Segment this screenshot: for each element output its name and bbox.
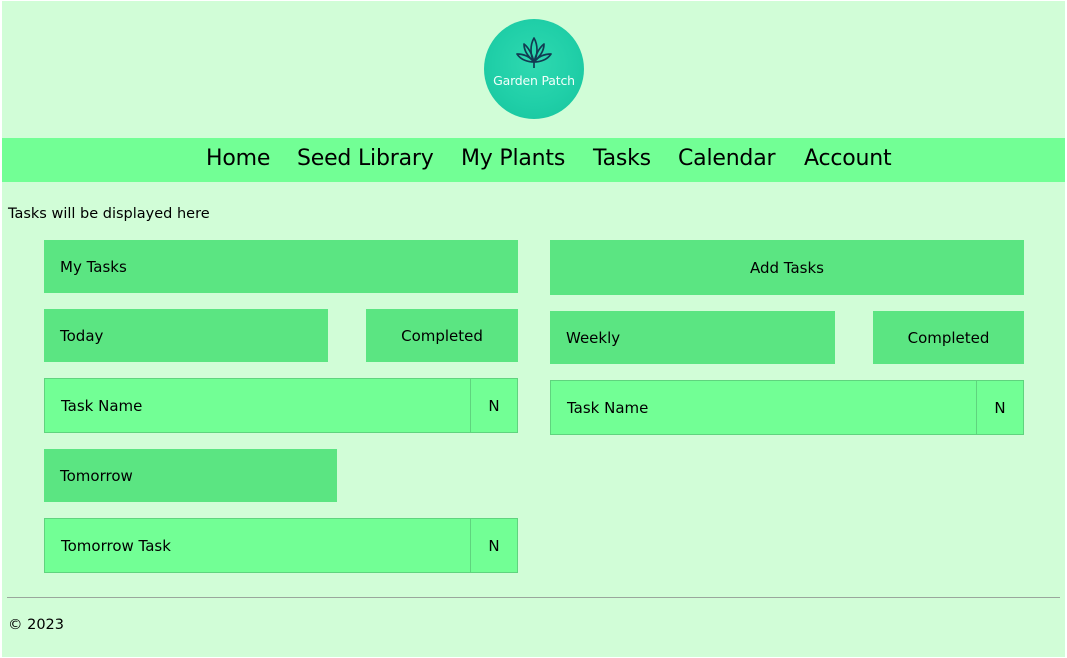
add-tasks-label: Add Tasks (750, 258, 824, 277)
task-name: Task Name (567, 398, 649, 417)
weekly-completed-label: Completed (907, 328, 990, 347)
lotus-leaf-icon (516, 37, 552, 68)
nav-tasks[interactable]: Tasks (593, 146, 651, 171)
main-nav: Home Seed Library My Plants Tasks Calend… (2, 138, 1065, 182)
footer-divider (7, 597, 1060, 598)
nav-calendar[interactable]: Calendar (678, 146, 776, 171)
today-completed-header: Completed (366, 309, 518, 362)
garden-patch-logo[interactable]: Garden Patch (484, 19, 584, 119)
today-section-header: Today (44, 309, 328, 362)
today-completed-label: Completed (401, 326, 483, 345)
footer-copyright: © 2023 (8, 617, 65, 633)
logo-text: Garden Patch (493, 73, 575, 88)
intro-text: Tasks will be displayed here (8, 206, 210, 222)
tomorrow-label: Tomorrow (60, 466, 133, 485)
my-tasks-title: My Tasks (60, 257, 127, 276)
nav-home[interactable]: Home (206, 146, 270, 171)
add-tasks-button[interactable]: Add Tasks (550, 240, 1024, 295)
weekly-section-header: Weekly (550, 311, 835, 364)
task-row[interactable]: Task Name N (44, 378, 518, 433)
nav-seed-library[interactable]: Seed Library (297, 146, 434, 171)
task-row[interactable]: Tomorrow Task N (44, 518, 518, 573)
task-status-toggle[interactable]: N (976, 381, 1023, 434)
my-tasks-header: My Tasks (44, 240, 518, 293)
task-status-toggle[interactable]: N (470, 519, 517, 572)
nav-my-plants[interactable]: My Plants (461, 146, 565, 171)
tomorrow-section-header: Tomorrow (44, 449, 337, 502)
nav-account[interactable]: Account (804, 146, 892, 171)
today-label: Today (60, 326, 104, 345)
task-name: Task Name (61, 396, 143, 415)
page: Garden Patch Home Seed Library My Plants… (2, 1, 1065, 657)
task-status-toggle[interactable]: N (470, 379, 517, 432)
weekly-label: Weekly (566, 328, 621, 347)
weekly-completed-header: Completed (873, 311, 1024, 364)
task-row[interactable]: Task Name N (550, 380, 1024, 435)
task-name: Tomorrow Task (61, 536, 171, 555)
